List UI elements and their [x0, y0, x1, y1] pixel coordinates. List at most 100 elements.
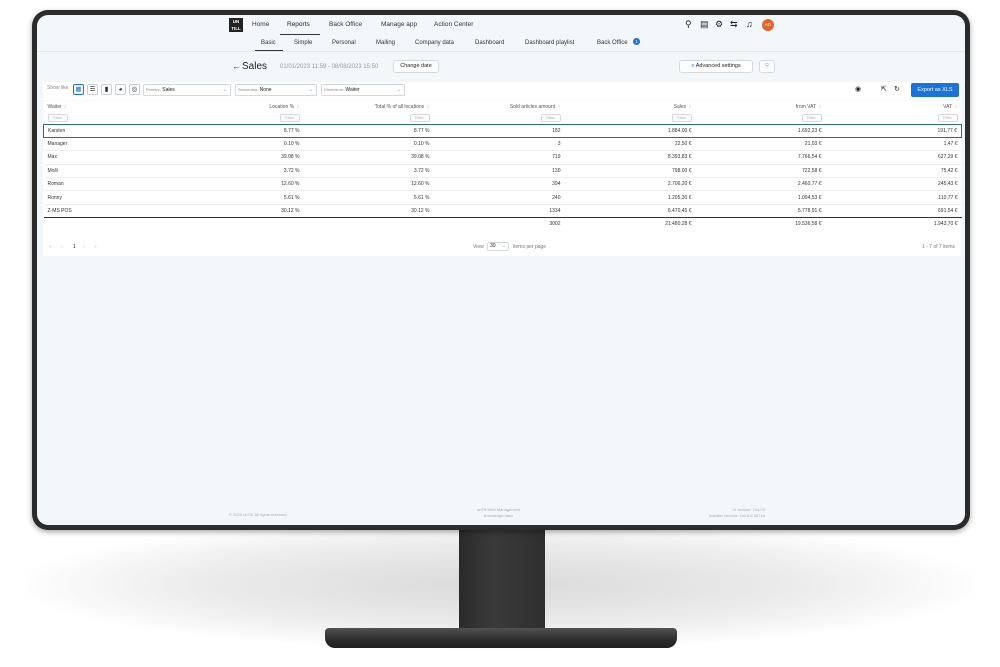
swap-icon[interactable]: ⇆: [730, 19, 738, 30]
sort-icon[interactable]: ⇳: [296, 104, 299, 109]
table-row[interactable]: Roman 12.60 % 12.60 % 394 2.706,20 €2.460,77…: [43, 177, 962, 191]
notification-badge: 1: [633, 38, 640, 45]
primary-select[interactable]: Primary: Sales ⌄: [143, 84, 231, 96]
table-cell: 0.10 %: [303, 136, 434, 151]
tab-company-data[interactable]: Company data: [415, 40, 454, 46]
sliders-icon: ≡: [691, 63, 695, 69]
untill-logo[interactable]: UN TILL: [229, 18, 243, 32]
nav-action-center[interactable]: Action Center: [434, 21, 473, 28]
pagination-next-last-icons[interactable]: › »: [83, 244, 101, 250]
clipboard-icon[interactable]: ▤: [700, 19, 709, 30]
page-size-select[interactable]: 30 ⌄: [487, 242, 509, 251]
filter-input[interactable]: Filter: [279, 113, 300, 122]
sort-icon[interactable]: ⇳: [557, 104, 560, 109]
table-cell: 2.460,77 €: [695, 177, 826, 191]
tab-back-office[interactable]: Back Office: [597, 40, 628, 46]
secondary-select[interactable]: Secondary: None ⌄: [235, 84, 317, 96]
tab-basic[interactable]: Basic: [261, 40, 276, 46]
table-cell: 1,47 €: [825, 136, 962, 151]
table-cell: 719: [433, 150, 565, 165]
tab-mailing[interactable]: Mailing: [376, 40, 395, 46]
table-cell: 8.77 %: [303, 123, 434, 138]
total-cell: 1.943,70 €: [825, 217, 962, 231]
sort-icon[interactable]: ⇳: [688, 104, 691, 109]
sort-icon[interactable]: ⇳: [818, 104, 821, 109]
table-cell: 627,29 €: [825, 150, 962, 165]
date-range: 01/01/2023 11:59 - 08/08/2023 15:50: [280, 64, 379, 70]
advanced-settings-label: Advanced settings: [695, 63, 741, 69]
tab-personal[interactable]: Personal: [332, 40, 356, 46]
avatar[interactable]: AO: [762, 19, 774, 31]
table-row[interactable]: Ronny 5.61 % 5.61 % 240 1.205,30 €1.094,53 €…: [43, 190, 962, 205]
table-cell: 30.12 %: [133, 203, 304, 218]
table-cell: 39.08 %: [133, 150, 304, 165]
table-cell: 0.10 %: [133, 136, 304, 151]
search-button[interactable]: ⚲: [759, 60, 775, 73]
filter-input[interactable]: Filter: [671, 113, 692, 122]
sort-icon[interactable]: ⇳: [954, 104, 957, 109]
pagination-first-prev-icons[interactable]: « ‹: [49, 244, 67, 250]
table-row[interactable]: Molli 3.72 % 3.72 % 130 798,00 €722,58 €75,4…: [43, 163, 962, 178]
nav-reports[interactable]: Reports: [287, 21, 310, 28]
filter-input[interactable]: Filter: [47, 113, 68, 122]
gear-icon[interactable]: ⚙: [715, 19, 723, 30]
export-xls-button[interactable]: Export as XLS: [911, 83, 959, 97]
column-header-total-percent[interactable]: Total % of all locations ⇳: [304, 101, 434, 112]
filter-input[interactable]: Filter: [801, 113, 822, 122]
back-arrow-icon[interactable]: ←: [232, 61, 241, 71]
column-header-sales[interactable]: Sales ⇳: [565, 101, 696, 112]
change-date-button[interactable]: Change date: [393, 60, 439, 73]
table-view-icon[interactable]: ▦: [73, 84, 84, 95]
tab-dashboard[interactable]: Dashboard: [475, 40, 504, 46]
table-cell: 182: [433, 123, 565, 138]
table-cell: 8.393,83 €: [564, 150, 696, 165]
report-toolbar: Show like ▦ ☰ ▮ ◕ ◎ Primary: Sales ⌄ Sec…: [43, 82, 961, 100]
dimension-select[interactable]: Dimension: Waiter ⌄: [321, 84, 405, 96]
table-row[interactable]: Z-MS POS 30.12 % 30.12 % 1334 6.470,45 €5.77…: [43, 203, 962, 218]
sort-icon[interactable]: ⇳: [426, 104, 429, 109]
tab-dashboard-playlist[interactable]: Dashboard playlist: [525, 40, 574, 46]
current-page[interactable]: 1: [73, 244, 76, 250]
column-header-vat[interactable]: VAT ⇳: [826, 101, 962, 112]
view-label: View: [473, 244, 484, 250]
table-row[interactable]: Manager 0.10 % 0.10 % 3 22,50 €21,03 €1,47 €: [43, 136, 962, 151]
donut-view-icon[interactable]: ◎: [129, 84, 140, 95]
filter-input[interactable]: Filter: [937, 113, 958, 122]
column-header-sold-articles[interactable]: Sold articles amount ⇳: [434, 101, 565, 112]
table-cell: 691,54 €: [825, 203, 962, 218]
expand-icon[interactable]: ⇱: [881, 85, 887, 93]
column-header-location-percent[interactable]: Location % ⇳: [134, 101, 304, 112]
table-row[interactable]: Karsten 8.77 % 8.77 % 182 1.884,00 €1.692,23…: [43, 123, 962, 138]
eye-icon[interactable]: ◉: [855, 85, 861, 93]
pie-view-icon[interactable]: ◕: [115, 84, 126, 95]
nav-manage-app[interactable]: Manage app: [381, 21, 417, 28]
advanced-settings-button[interactable]: ≡ Advanced settings: [679, 60, 753, 73]
tab-simple[interactable]: Simple: [294, 40, 312, 46]
bar-horizontal-view-icon[interactable]: ☰: [87, 84, 98, 95]
table-cell: Karsten: [43, 123, 134, 138]
refresh-icon[interactable]: ↻: [894, 85, 900, 93]
filter-input[interactable]: Filter: [409, 113, 430, 122]
bar-vertical-view-icon[interactable]: ▮: [101, 84, 112, 95]
total-cell: [43, 217, 134, 231]
monitor-stand-neck: [459, 522, 545, 640]
nav-home[interactable]: Home: [252, 21, 269, 28]
filter-input[interactable]: Filter: [540, 113, 561, 122]
total-cell: [303, 217, 434, 231]
sort-icon[interactable]: ⇳: [64, 104, 67, 109]
search-icon[interactable]: ⚲: [685, 19, 692, 30]
table-cell: Roman: [43, 177, 134, 191]
bell-icon[interactable]: ♫: [746, 19, 753, 29]
column-header-waiter[interactable]: Waiter ⇳: [44, 101, 134, 112]
totals-row: 3002 21.480,28 €19.536,58 €1.943,70 €: [43, 217, 962, 231]
table-cell: 191,77 €: [825, 123, 962, 138]
installer-version: Installer version: 144.6.6.38718: [709, 513, 765, 518]
knowledge-base-link[interactable]: Knowledge base: [477, 513, 520, 519]
copyright: © 2023 unTill. All rights reserved.: [229, 512, 288, 517]
column-header-from-vat[interactable]: from VAT ⇳: [696, 101, 826, 112]
table-row[interactable]: Max 39.08 % 39.08 % 719 8.393,83 €7.766,54 €…: [43, 150, 962, 165]
nav-back-office[interactable]: Back Office: [329, 21, 362, 28]
table-body: Karsten 8.77 % 8.77 % 182 1.884,00 €1.692,23…: [43, 123, 962, 231]
table-cell: 110,77 €: [825, 190, 962, 205]
table-cell: 3.72 %: [303, 163, 434, 178]
